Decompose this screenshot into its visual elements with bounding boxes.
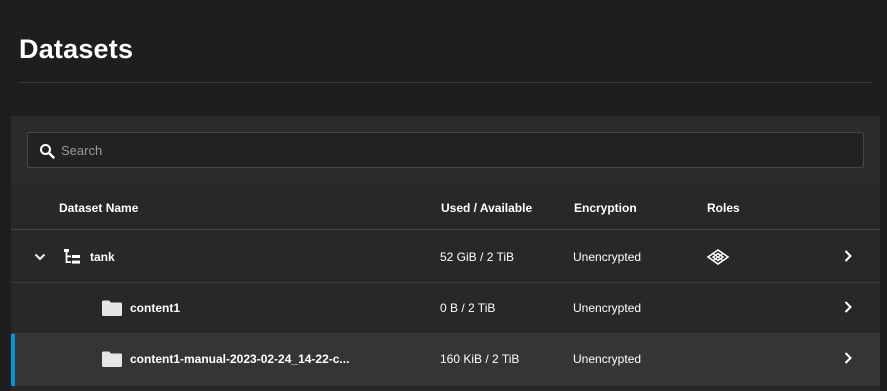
datasets-panel: Dataset Name Used / Available Encryption…	[11, 116, 880, 391]
title-divider	[19, 82, 872, 83]
chevron-right-icon[interactable]	[843, 300, 853, 314]
search-bar	[11, 116, 880, 184]
table-header: Dataset Name Used / Available Encryption…	[11, 184, 880, 230]
dataset-name: tank	[90, 250, 115, 264]
used-available: 52 GiB / 2 TiB	[440, 250, 515, 264]
chevron-right-icon[interactable]	[843, 351, 853, 365]
table-row[interactable]: content1 0 B / 2 TiB Unencrypted	[11, 283, 880, 334]
chevron-right-icon[interactable]	[843, 249, 853, 263]
search-box[interactable]	[27, 132, 864, 168]
encryption-status: Unencrypted	[573, 301, 642, 315]
used-available: 0 B / 2 TiB	[440, 301, 496, 315]
used-available: 160 KiB / 2 TiB	[440, 352, 520, 366]
table-row-selected[interactable]: content1-manual-2023-02-24_14-22-c... 16…	[11, 334, 880, 386]
selection-indicator	[11, 334, 15, 386]
encryption-status: Unencrypted	[573, 352, 642, 366]
share-network-icon	[706, 249, 730, 265]
page-title: Datasets	[19, 34, 134, 64]
column-header-encryption[interactable]: Encryption	[574, 201, 637, 215]
column-header-used-available[interactable]: Used / Available	[441, 201, 532, 215]
folder-icon	[102, 351, 122, 367]
dataset-name: content1-manual-2023-02-24_14-22-c...	[130, 352, 350, 366]
search-input[interactable]	[61, 139, 841, 161]
tree-icon	[64, 249, 80, 264]
search-icon	[40, 144, 55, 159]
column-header-dataset-name[interactable]: Dataset Name	[59, 201, 138, 215]
table-row[interactable]: tank 52 GiB / 2 TiB Unencrypted	[11, 232, 880, 283]
encryption-status: Unencrypted	[573, 250, 642, 264]
dataset-name: content1	[130, 301, 181, 315]
column-header-roles[interactable]: Roles	[707, 201, 740, 215]
chevron-down-icon[interactable]	[34, 252, 46, 262]
folder-icon	[102, 300, 122, 316]
